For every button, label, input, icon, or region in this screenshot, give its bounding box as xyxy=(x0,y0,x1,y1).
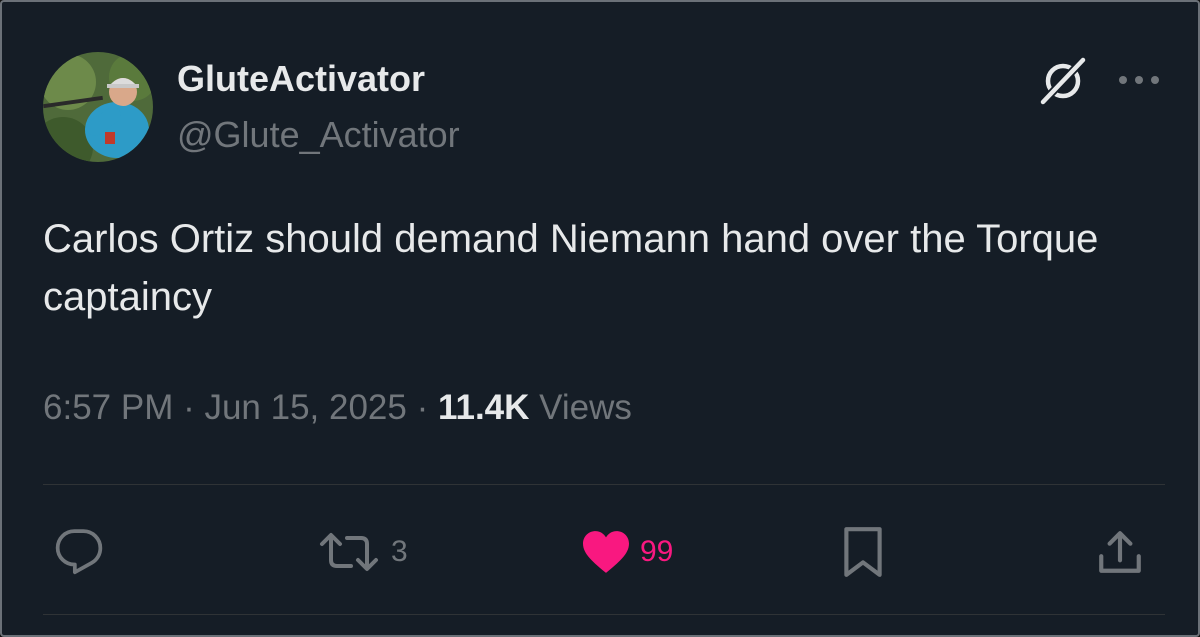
like-count: 99 xyxy=(640,535,674,568)
views-label: Views xyxy=(529,388,632,427)
divider-bottom xyxy=(43,614,1165,615)
like-button[interactable]: 99 xyxy=(580,524,673,580)
tweet-metadata: 6:57 PM · Jun 15, 2025 · 11.4K Views xyxy=(43,388,632,428)
more-options-icon[interactable] xyxy=(1116,68,1162,92)
reply-button[interactable] xyxy=(54,524,104,580)
views-count: 11.4K xyxy=(437,388,530,427)
share-icon xyxy=(1099,531,1141,573)
heart-icon xyxy=(583,531,629,573)
retweet-icon xyxy=(320,533,378,571)
bookmark-icon xyxy=(844,527,882,577)
reply-icon xyxy=(55,529,103,575)
tweet-card: GluteActivator @Glute_Activator Carlos O… xyxy=(0,0,1200,637)
timestamp[interactable]: 6:57 PM · Jun 15, 2025 · xyxy=(43,388,438,427)
avatar[interactable] xyxy=(43,52,153,162)
bookmark-button[interactable] xyxy=(838,524,888,580)
author-handle[interactable]: @Glute_Activator xyxy=(177,114,460,156)
retweet-count: 3 xyxy=(391,535,408,568)
author-display-name[interactable]: GluteActivator xyxy=(177,58,425,100)
retweet-button[interactable]: 3 xyxy=(315,524,408,580)
avatar-image xyxy=(43,52,153,162)
tweet-text: Carlos Ortiz should demand Niemann hand … xyxy=(43,217,1099,319)
share-button[interactable] xyxy=(1095,524,1145,580)
grok-icon[interactable] xyxy=(1038,56,1088,106)
divider-top xyxy=(43,484,1165,485)
